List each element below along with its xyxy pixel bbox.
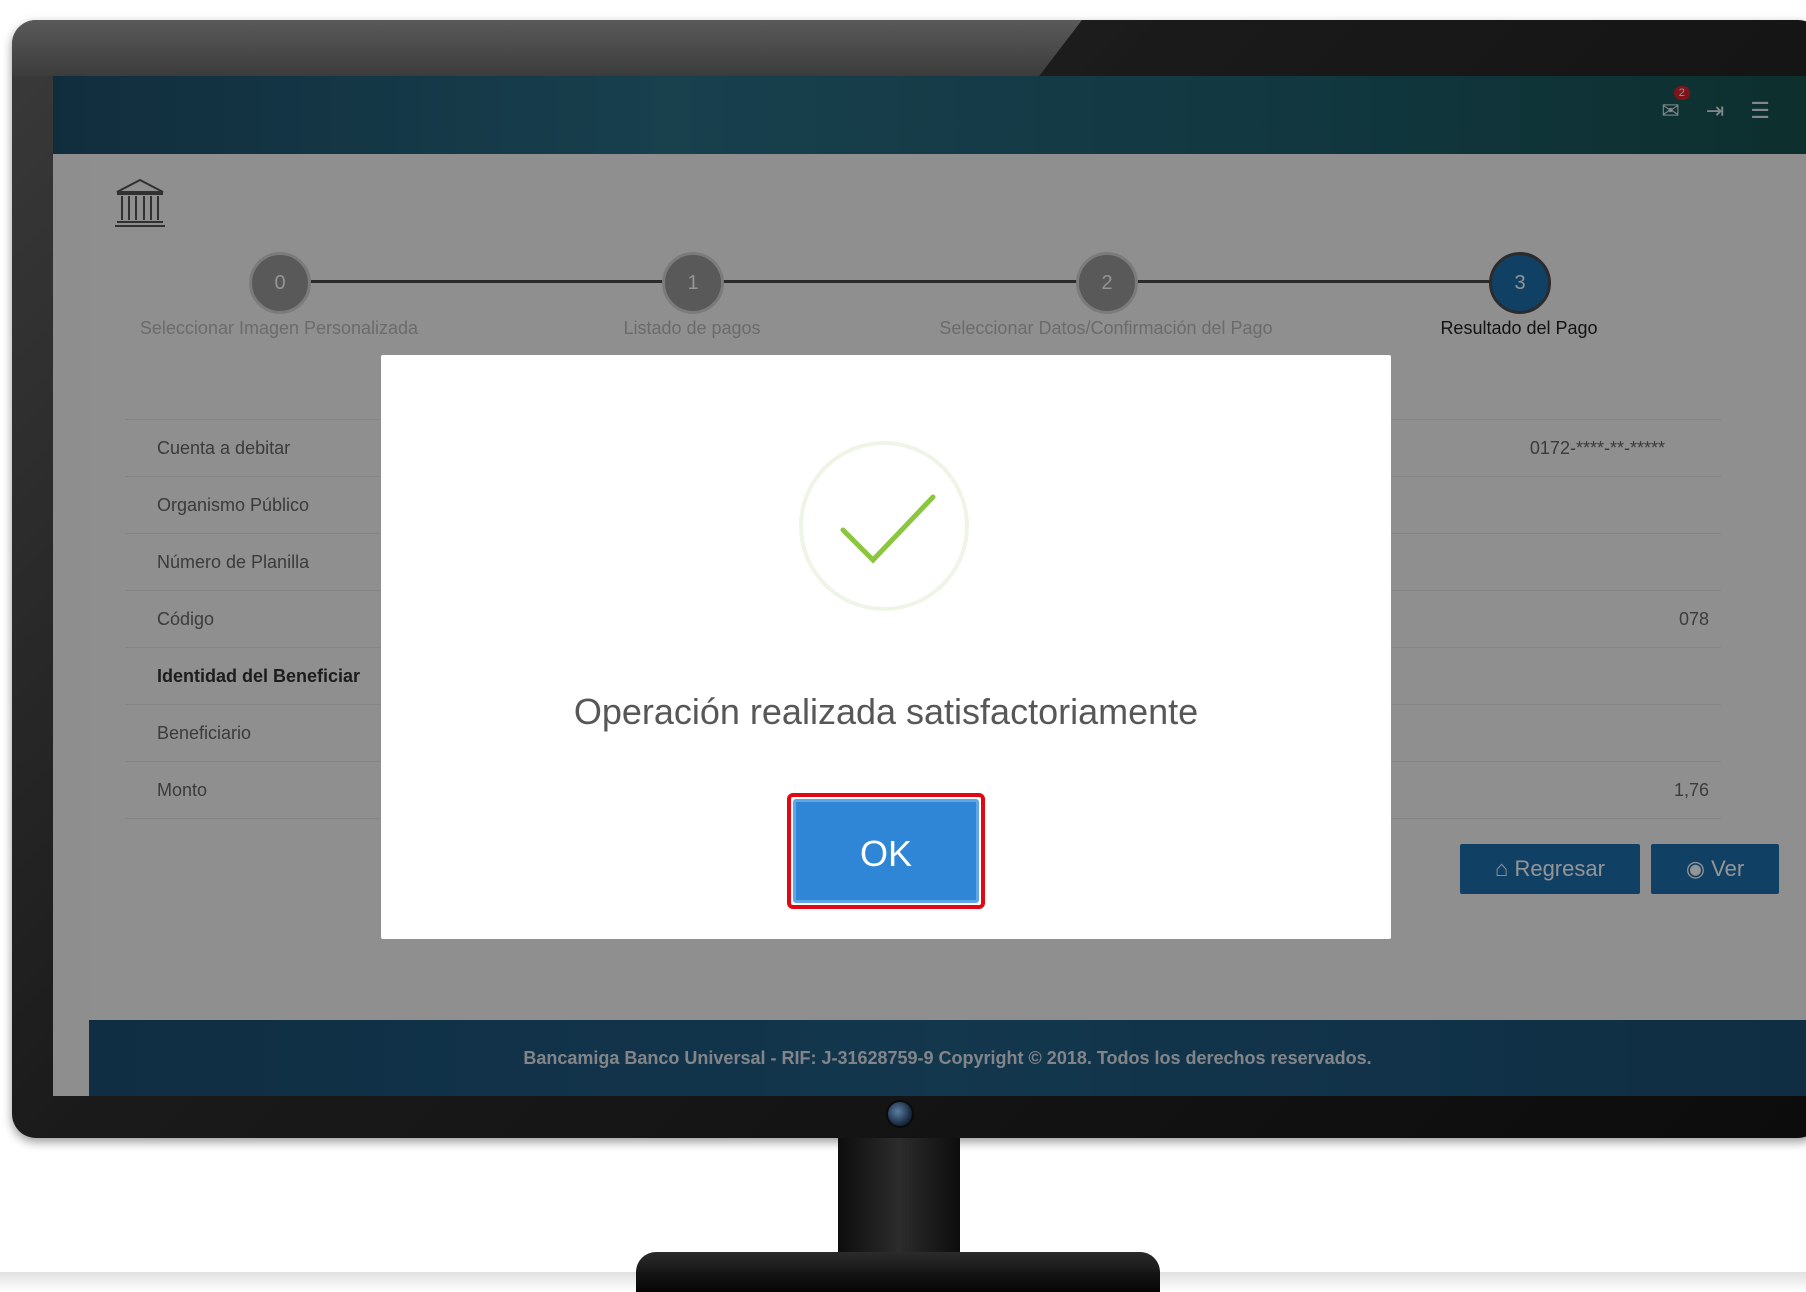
- monitor-neck: [838, 1138, 960, 1258]
- floor-shadow: [0, 1272, 1806, 1292]
- check-icon: [840, 494, 936, 564]
- ok-button[interactable]: OK: [793, 799, 979, 903]
- monitor-gloss: [12, 20, 1082, 76]
- success-dialog: Operación realizada satisfactoriamente O…: [381, 355, 1391, 939]
- screen: ✉ 2 ⇥ ☰ 0 Seleccionar Imagen Personaliza…: [53, 76, 1806, 1096]
- success-check-icon: [799, 441, 969, 611]
- webcam-icon: [886, 1100, 914, 1128]
- dialog-message: Operación realizada satisfactoriamente: [573, 691, 1199, 732]
